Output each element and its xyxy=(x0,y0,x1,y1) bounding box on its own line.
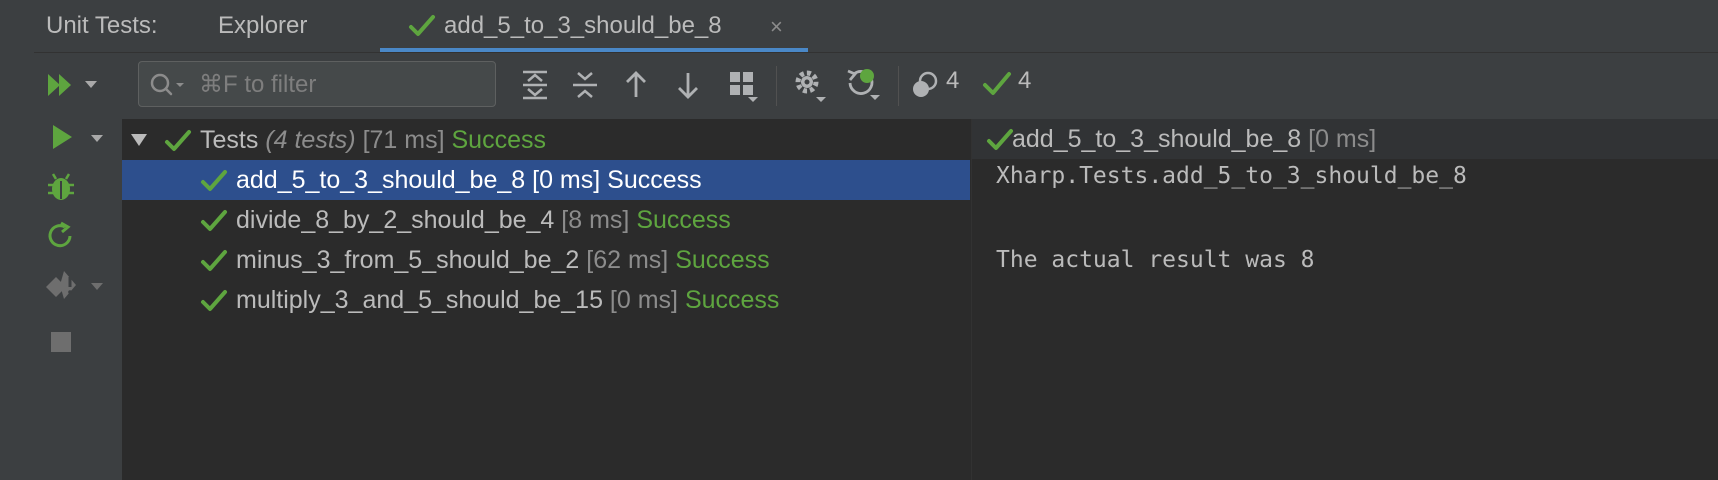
filter-field[interactable] xyxy=(138,61,496,108)
tab-explorer[interactable]: Explorer xyxy=(218,12,307,40)
run-all-icon[interactable] xyxy=(44,69,76,101)
test-output-panel: add_5_to_3_should_be_8 [0 ms] Xharp.Test… xyxy=(971,119,1718,480)
test-name: add_5_to_3_should_be_8 xyxy=(236,166,526,194)
output-line: The actual result was 8 xyxy=(996,247,1315,273)
output-line: Xharp.Tests.add_5_to_3_should_be_8 xyxy=(996,163,1467,189)
left-tool-strip xyxy=(0,0,35,480)
test-name: minus_3_from_5_should_be_2 xyxy=(236,246,580,274)
search-icon xyxy=(150,73,184,96)
check-icon xyxy=(201,210,227,231)
chevron-down-icon[interactable] xyxy=(84,79,98,91)
test-status: Success xyxy=(675,246,770,274)
expand-all-icon[interactable] xyxy=(520,69,550,101)
test-time: [0 ms] xyxy=(532,166,601,194)
run-icon[interactable] xyxy=(48,122,76,152)
rerun-icon[interactable] xyxy=(46,221,76,251)
auto-test-icon[interactable] xyxy=(844,65,880,103)
check-icon xyxy=(201,290,227,311)
test-tree: Tests (4 tests) [71 ms] Success add_5_to… xyxy=(122,119,970,480)
toolbar-separator xyxy=(898,66,899,106)
chevron-down-icon[interactable] xyxy=(90,281,104,293)
toolbar: 4 4 xyxy=(34,53,1718,119)
stop-icon[interactable] xyxy=(50,331,72,353)
run-actions-bar xyxy=(34,119,123,480)
test-time: [62 ms] xyxy=(586,246,669,274)
tab-underline xyxy=(380,48,808,52)
test-row[interactable]: add_5_to_3_should_be_8 [0 ms] Success xyxy=(122,160,970,200)
test-time: [8 ms] xyxy=(561,206,630,234)
root-count: (4 tests) xyxy=(265,126,356,154)
coverage-icon[interactable] xyxy=(42,269,80,301)
total-tests-count: 4 xyxy=(946,67,960,94)
arrow-down-icon[interactable] xyxy=(676,69,700,101)
check-icon xyxy=(165,130,191,151)
test-time: [0 ms] xyxy=(609,286,678,314)
filter-input[interactable] xyxy=(197,62,491,108)
output-test-name: add_5_to_3_should_be_8 xyxy=(1012,125,1302,153)
test-status: Success xyxy=(607,166,702,194)
root-name: Tests xyxy=(200,126,259,154)
check-icon xyxy=(987,129,1013,150)
passed-tests-count: 4 xyxy=(1018,67,1032,94)
collapse-all-icon[interactable] xyxy=(570,69,600,101)
test-name: multiply_3_and_5_should_be_15 xyxy=(236,286,603,314)
root-status: Success xyxy=(451,126,546,154)
tab-active-label: add_5_to_3_should_be_8 xyxy=(444,12,722,39)
chevron-down-icon[interactable] xyxy=(130,132,148,148)
check-icon xyxy=(983,72,1011,95)
close-tab-icon[interactable]: × xyxy=(770,14,783,40)
output-header: add_5_to_3_should_be_8 [0 ms] xyxy=(972,119,1718,159)
test-row[interactable]: divide_8_by_2_should_be_4 [8 ms] Success xyxy=(122,200,970,240)
check-icon xyxy=(409,15,435,36)
panel-title: Unit Tests: xyxy=(46,12,158,39)
arrow-up-icon[interactable] xyxy=(624,69,648,101)
test-row[interactable]: multiply_3_and_5_should_be_15 [0 ms] Suc… xyxy=(122,280,970,320)
tree-root-row[interactable]: Tests (4 tests) [71 ms] Success xyxy=(122,120,970,160)
test-status: Success xyxy=(684,286,780,314)
debug-icon[interactable] xyxy=(46,171,76,203)
gear-icon[interactable] xyxy=(792,67,826,103)
root-time: [71 ms] xyxy=(362,126,445,154)
group-by-icon[interactable] xyxy=(728,69,758,103)
tab-active-session[interactable]: add_5_to_3_should_be_8 × xyxy=(380,0,808,52)
toolbar-separator xyxy=(776,66,777,106)
output-test-time: [0 ms] xyxy=(1308,125,1377,153)
test-status: Success xyxy=(636,206,731,234)
check-icon xyxy=(201,170,227,191)
test-name: divide_8_by_2_should_be_4 xyxy=(236,206,555,234)
test-row[interactable]: minus_3_from_5_should_be_2 [62 ms] Succe… xyxy=(122,240,970,280)
total-tests-icon xyxy=(913,71,938,97)
check-icon xyxy=(201,250,227,271)
tool-window-header: Unit Tests: Explorer add_5_to_3_should_b… xyxy=(34,0,1718,53)
chevron-down-icon[interactable] xyxy=(90,133,104,145)
